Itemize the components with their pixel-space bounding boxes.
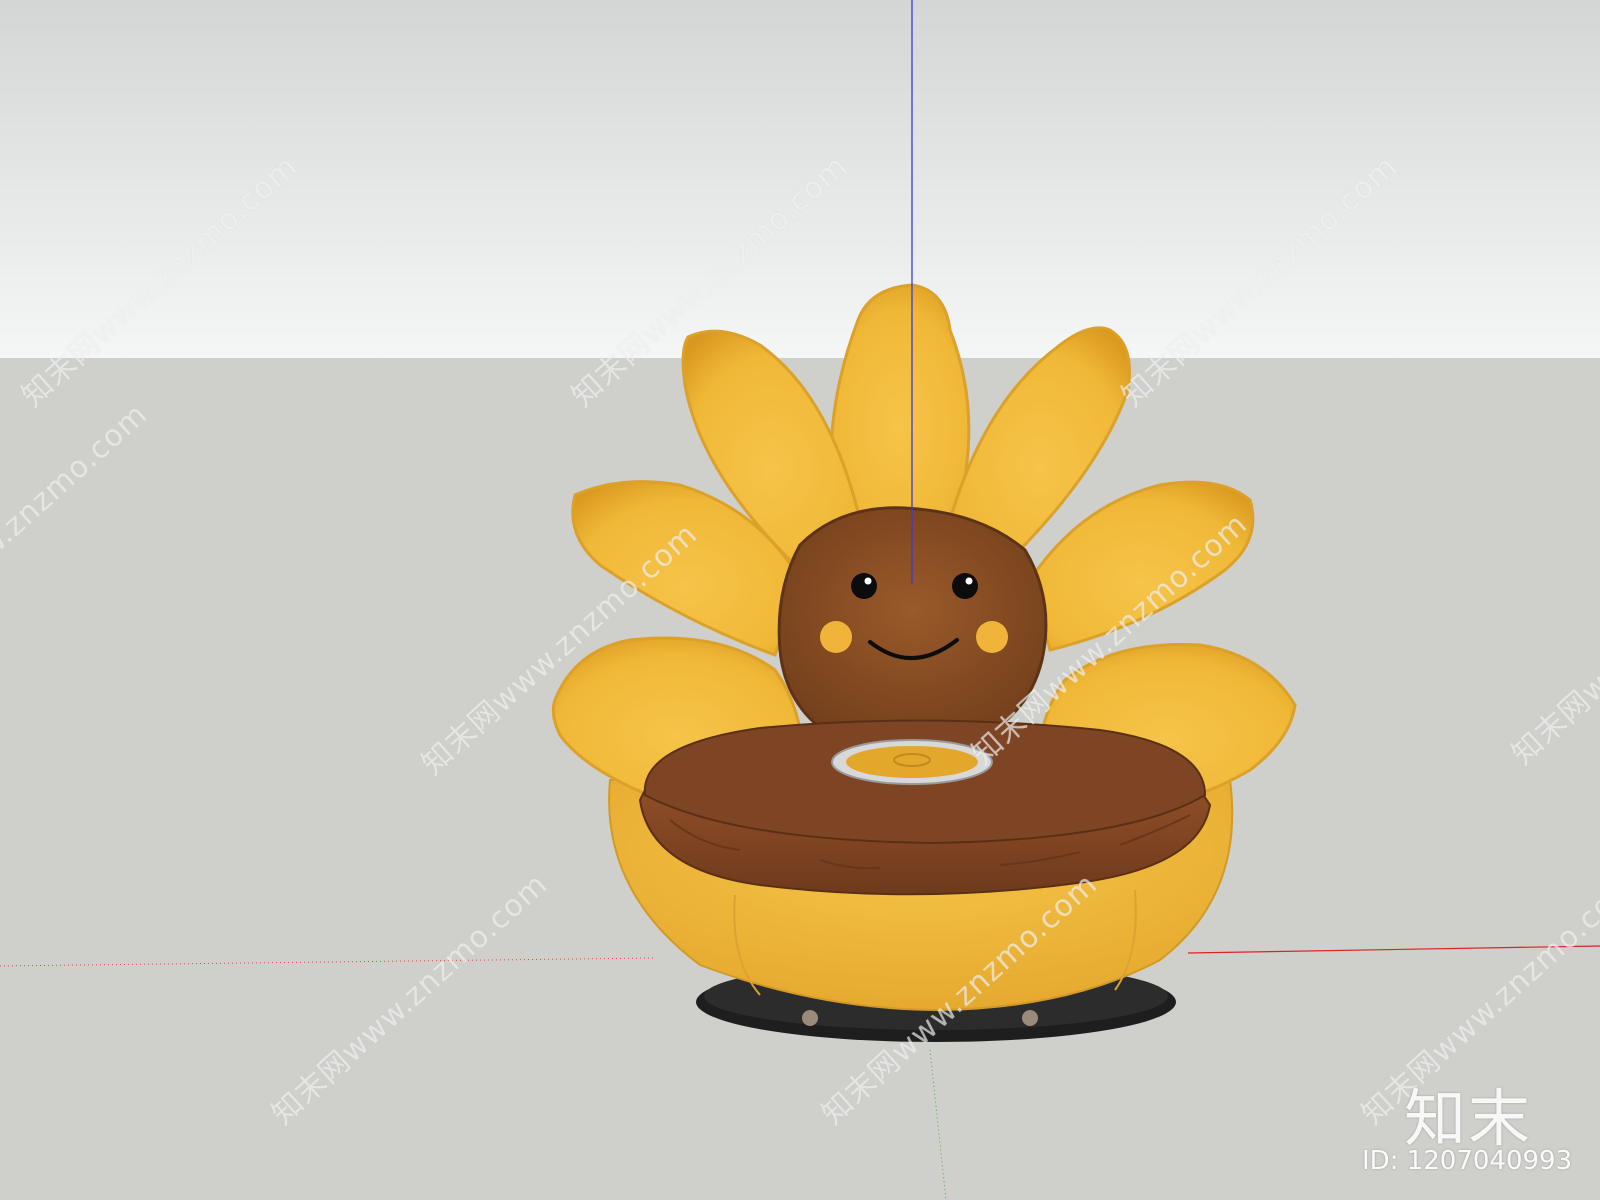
right-eye-highlight xyxy=(965,577,973,585)
model-id-label: ID: 1207040993 xyxy=(1362,1146,1573,1176)
seat-medallion xyxy=(846,746,978,778)
sketchup-viewport[interactable]: 知末网www.znzmo.com 知末网www.znzmo.com 知末网www… xyxy=(0,0,1600,1200)
sky-background xyxy=(0,0,1600,358)
left-eye-highlight xyxy=(864,577,872,585)
caster-right xyxy=(1022,1010,1038,1026)
left-cheek xyxy=(820,621,852,653)
caster-left xyxy=(802,1010,818,1026)
right-cheek xyxy=(976,621,1008,653)
3d-scene[interactable] xyxy=(0,0,1600,1200)
left-eye-icon xyxy=(851,573,877,599)
right-eye-icon xyxy=(952,573,978,599)
brand-logo: 知末 xyxy=(1404,1082,1533,1155)
